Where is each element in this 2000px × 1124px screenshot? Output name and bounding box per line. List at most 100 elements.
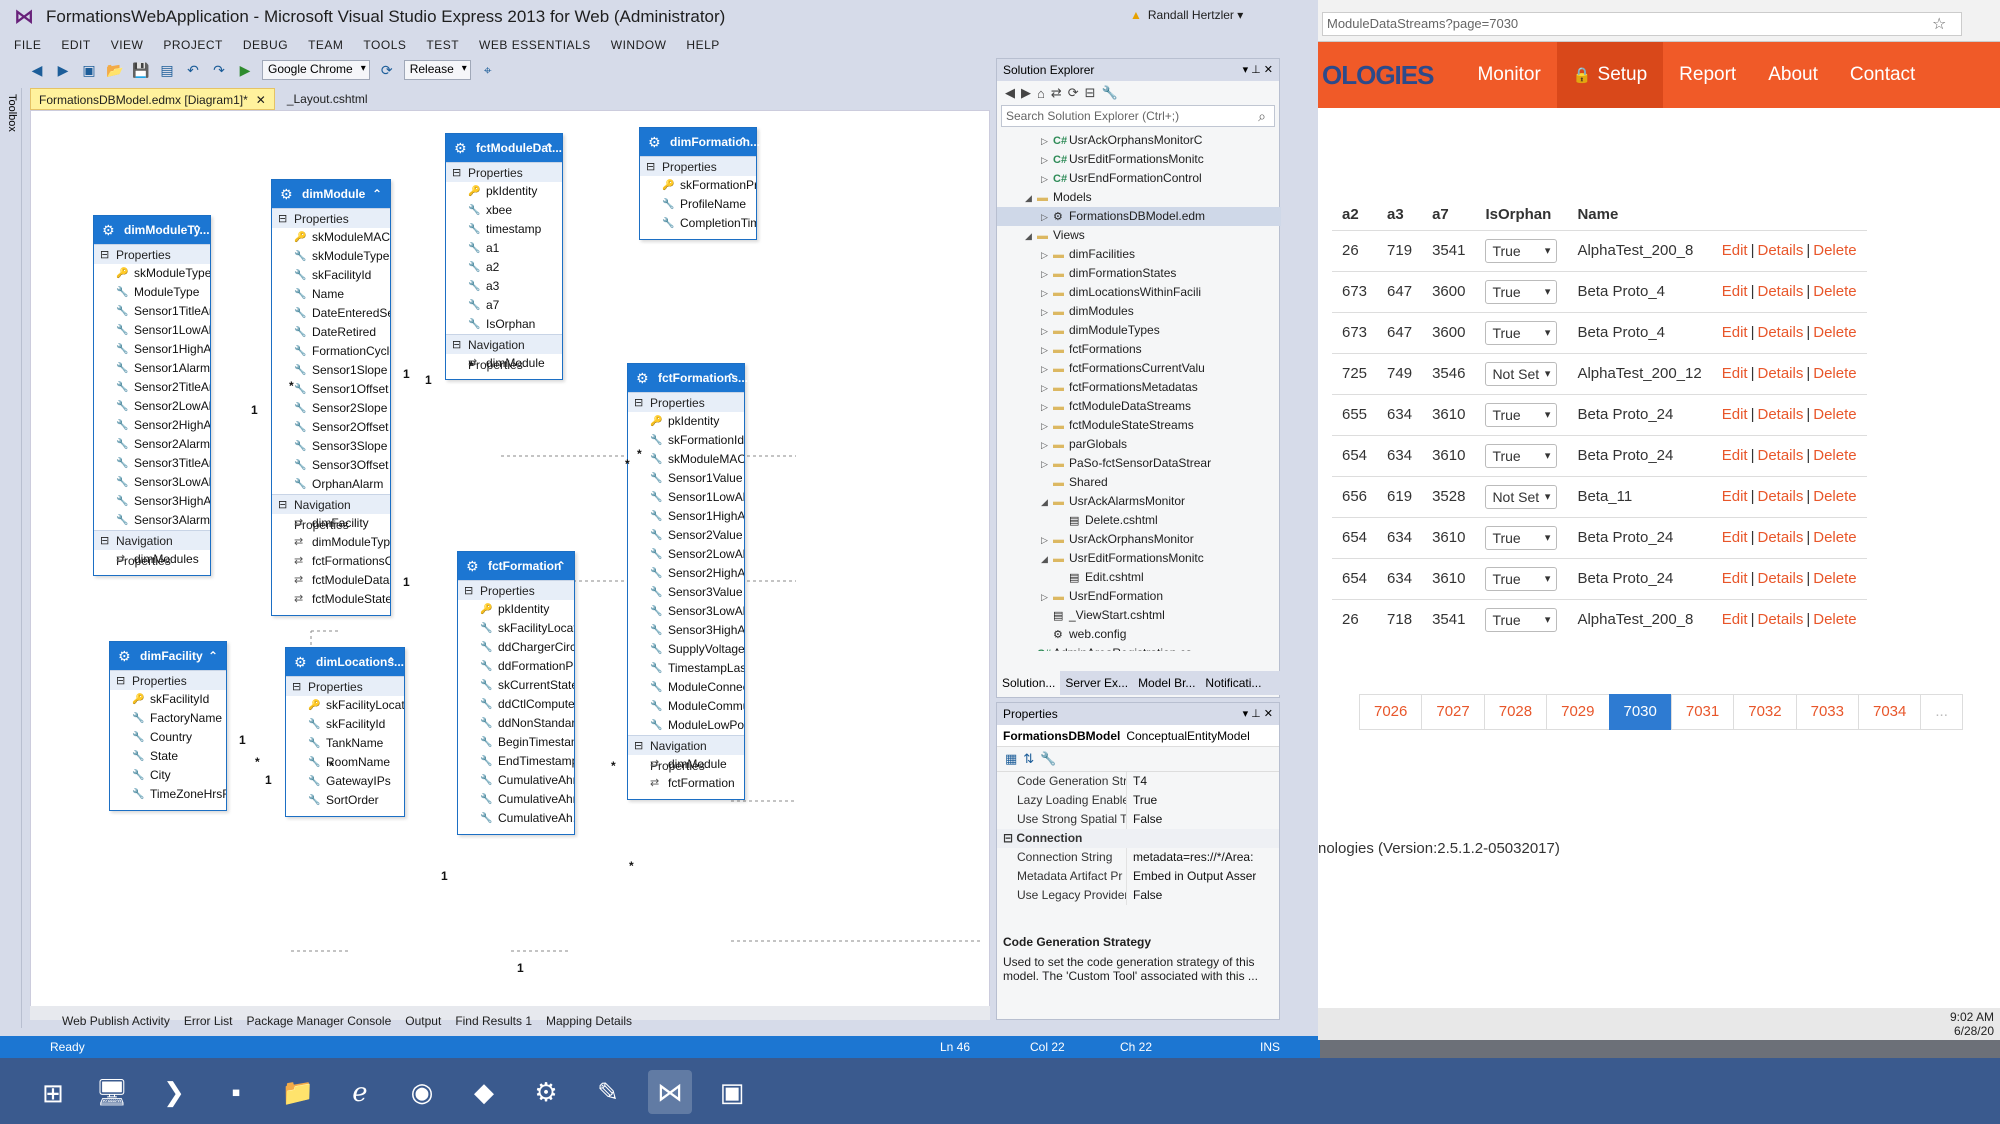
tree-node[interactable]: ▷ ▬ UsrAckOrphansMonitor xyxy=(997,530,1281,549)
entity-property[interactable]: ModuleConnecti... xyxy=(628,678,744,697)
expand-arrow-icon[interactable]: ◢ xyxy=(1041,550,1053,569)
properties-icon[interactable]: 🔧 xyxy=(1102,85,1118,101)
menu-view[interactable]: VIEW xyxy=(111,38,144,52)
entity-property[interactable]: CumulativeAh... xyxy=(458,809,574,828)
sync-icon[interactable]: ⇄ xyxy=(1051,85,1062,101)
navigation-section[interactable]: Navigation Properties xyxy=(272,494,390,532)
entity-property[interactable]: DateRetired xyxy=(272,323,390,342)
property-row[interactable]: Lazy Loading Enable True xyxy=(997,791,1279,810)
navigation-section[interactable]: Navigation Properties xyxy=(94,530,210,568)
entity-property[interactable]: ModuleLowPow... xyxy=(628,716,744,735)
property-value[interactable]: False xyxy=(1127,886,1162,905)
entity-property[interactable]: EndTimestampU... xyxy=(458,752,574,771)
details-link[interactable]: Details xyxy=(1757,365,1803,382)
nav-monitor[interactable]: Monitor xyxy=(1461,42,1556,108)
edit-link[interactable]: Edit xyxy=(1722,529,1748,546)
isorphan-select[interactable]: True xyxy=(1485,443,1558,468)
menu-help[interactable]: HELP xyxy=(686,38,719,52)
run-icon[interactable]: ▶ xyxy=(236,61,254,79)
navigation-property[interactable]: dimModule xyxy=(628,755,744,774)
navigation-property[interactable]: fctModuleDataS... xyxy=(272,571,390,590)
categorized-icon[interactable]: ▦ xyxy=(1005,751,1017,767)
entity-property[interactable]: skFormationProf... xyxy=(640,176,756,195)
entity-property[interactable]: Sensor3LowAlarm xyxy=(628,602,744,621)
tree-node[interactable]: ▷ ▬ fctFormations xyxy=(997,340,1281,359)
edit-link[interactable]: Edit xyxy=(1722,324,1748,341)
solution-tab-2[interactable]: Model Br... xyxy=(1133,671,1200,695)
tree-node[interactable]: ▷ C# UsrAckOrphansMonitorC xyxy=(997,131,1281,150)
entity-property[interactable]: FormationCycles xyxy=(272,342,390,361)
property-value[interactable]: False xyxy=(1127,810,1162,829)
nav-contact[interactable]: Contact xyxy=(1834,42,1931,108)
entity-property[interactable]: ModuleCommu... xyxy=(628,697,744,716)
pin-close-buttons[interactable]: ▾ ⊥ ✕ xyxy=(1243,59,1273,81)
property-row[interactable]: Use Strong Spatial Ty False xyxy=(997,810,1279,829)
entity-property[interactable]: Sensor1HighAla... xyxy=(94,340,210,359)
entity-property[interactable]: skFacilityId xyxy=(272,266,390,285)
entity-property[interactable]: CumulativeAhrC... xyxy=(458,771,574,790)
collapse-icon[interactable]: ⌃ xyxy=(386,648,396,676)
entity-property[interactable]: a3 xyxy=(446,277,562,296)
property-pages-icon[interactable]: 🔧 xyxy=(1040,751,1056,767)
entity-header[interactable]: dimLocations...⌃ xyxy=(286,648,404,676)
entity-property[interactable]: skFacilityId xyxy=(286,715,404,734)
expand-arrow-icon[interactable]: ▷ xyxy=(1041,208,1053,227)
file-explorer-icon[interactable]: 📁 xyxy=(276,1070,320,1114)
properties-section[interactable]: Properties xyxy=(458,580,574,601)
entity-header[interactable]: dimModule ⌃ xyxy=(272,180,390,208)
menu-test[interactable]: TEST xyxy=(426,38,459,52)
entity-property[interactable]: Sensor2AlarmHy... xyxy=(94,435,210,454)
details-link[interactable]: Details xyxy=(1757,529,1803,546)
nav-about[interactable]: About xyxy=(1752,42,1834,108)
entity-property[interactable]: TimeZoneHrsFro... xyxy=(110,785,226,804)
properties-section[interactable]: Properties xyxy=(446,162,562,183)
expand-arrow-icon[interactable]: ▷ xyxy=(1025,645,1037,651)
tree-node[interactable]: ▷ ▬ dimLocationsWithinFacili xyxy=(997,283,1281,302)
expand-arrow-icon[interactable]: ▷ xyxy=(1041,455,1053,474)
navigation-property[interactable]: dimModule xyxy=(446,354,562,373)
refresh-icon[interactable]: ⟳ xyxy=(378,61,396,79)
back-icon[interactable]: ◀ xyxy=(1005,85,1015,101)
tree-node[interactable]: ◢ ▬ Models xyxy=(997,188,1281,207)
details-link[interactable]: Details xyxy=(1757,324,1803,341)
navigation-section[interactable]: Navigation Properties xyxy=(628,735,744,773)
forward-icon[interactable]: ▶ xyxy=(1021,85,1031,101)
entity-property[interactable]: skFacilityId xyxy=(110,690,226,709)
solution-search-input[interactable]: Search Solution Explorer (Ctrl+;) xyxy=(1001,105,1275,127)
remote-desktop-icon[interactable]: ▣ xyxy=(710,1070,754,1114)
entity-property[interactable]: skModuleType xyxy=(94,264,210,283)
tree-node[interactable]: ▷ C# UsrEndFormationControl xyxy=(997,169,1281,188)
delete-link[interactable]: Delete xyxy=(1813,365,1856,382)
isorphan-select[interactable]: Not Set xyxy=(1485,361,1558,386)
tree-node[interactable]: ◢ ▬ UsrAckAlarmsMonitor xyxy=(997,492,1281,511)
page-7028[interactable]: 7028 xyxy=(1483,694,1548,730)
tree-node[interactable]: ▷ ▬ parGlobals xyxy=(997,435,1281,454)
browser-select[interactable]: Google Chrome xyxy=(262,60,370,80)
entity-header[interactable]: dimFormation...⌃ xyxy=(640,128,760,156)
property-row[interactable]: Use Legacy Provider False xyxy=(997,886,1279,905)
details-link[interactable]: Details xyxy=(1757,611,1803,628)
details-link[interactable]: Details xyxy=(1757,447,1803,464)
properties-section[interactable]: Properties xyxy=(286,676,404,697)
entity-property[interactable]: skModuleMAC xyxy=(628,450,744,469)
isorphan-select[interactable]: True xyxy=(1485,607,1558,632)
tools-icon[interactable]: ✎ xyxy=(586,1070,630,1114)
menu-team[interactable]: TEAM xyxy=(308,38,343,52)
page-ellipsis[interactable]: ... xyxy=(1920,694,1963,730)
entity-property[interactable]: SortOrder xyxy=(286,791,404,810)
property-row[interactable]: Connection String metadata=res://*/Area: xyxy=(997,848,1279,867)
solution-tab-3[interactable]: Notificati... xyxy=(1200,671,1266,695)
object-selector[interactable]: FormationsDBModel ConceptualEntityModel xyxy=(997,725,1279,747)
entity-property[interactable]: Sensor3Value xyxy=(628,583,744,602)
entity-property[interactable]: IsOrphan xyxy=(446,315,562,334)
entity-property[interactable]: GatewayIPs xyxy=(286,772,404,791)
details-link[interactable]: Details xyxy=(1757,242,1803,259)
expand-arrow-icon[interactable]: ▷ xyxy=(1041,322,1053,341)
entity-property[interactable]: skCurrentState xyxy=(458,676,574,695)
page-7031[interactable]: 7031 xyxy=(1670,694,1735,730)
menu-project[interactable]: PROJECT xyxy=(163,38,223,52)
entity-property[interactable]: BeginTimestam... xyxy=(458,733,574,752)
page-7033[interactable]: 7033 xyxy=(1795,694,1859,730)
page-7034[interactable]: 7034 xyxy=(1858,694,1922,730)
entity-property[interactable]: Sensor1TitleAnd... xyxy=(94,302,210,321)
